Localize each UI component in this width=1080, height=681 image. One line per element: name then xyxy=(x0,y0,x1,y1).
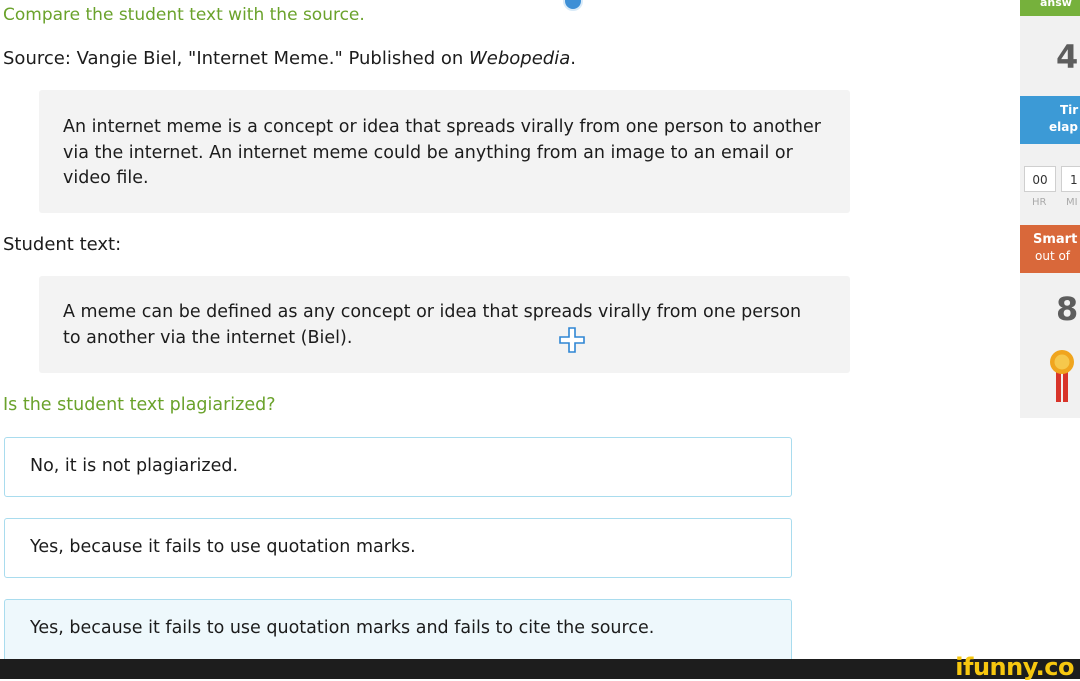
footer-bar xyxy=(0,659,1080,679)
source-publication: Webopedia xyxy=(469,48,571,69)
choice-label: Yes, because it fails to use quotation m… xyxy=(30,618,655,638)
timer-minutes-label: MI xyxy=(1066,197,1078,208)
source-citation: Source: Vangie Biel, "Internet Meme." Pu… xyxy=(3,48,576,69)
time-elapsed-header: Tir elap xyxy=(1020,96,1080,144)
choice-label: No, it is not plagiarized. xyxy=(30,456,239,476)
smartscore-title: Smart xyxy=(1033,232,1078,247)
smartscore-value: 8 xyxy=(1056,290,1079,328)
time-title: Tir xyxy=(1060,103,1079,117)
ifunny-watermark: ifunny.co xyxy=(955,653,1074,681)
choice-label: Yes, because it fails to use quotation m… xyxy=(30,537,416,557)
choice-no-quotation-marks[interactable]: Yes, because it fails to use quotation m… xyxy=(4,518,792,578)
smartscore-subtitle: out of xyxy=(1035,249,1071,263)
answered-count: 4 xyxy=(1056,38,1079,76)
move-cursor-icon xyxy=(559,327,585,353)
choice-not-plagiarized[interactable]: No, it is not plagiarized. xyxy=(4,437,792,497)
student-text-box: A meme can be defined as any concept or … xyxy=(39,276,850,373)
choice-no-quotes-no-citation[interactable]: Yes, because it fails to use quotation m… xyxy=(4,599,792,663)
answered-tab: answ xyxy=(1020,0,1080,16)
student-text: A meme can be defined as any concept or … xyxy=(63,302,802,348)
student-text-label: Student text: xyxy=(3,234,122,255)
award-ribbon-icon xyxy=(1050,350,1074,402)
source-citation-text: Source: Vangie Biel, "Internet Meme." Pu… xyxy=(3,48,469,69)
progress-dot-icon xyxy=(563,0,583,11)
timer-minutes: 1 xyxy=(1061,166,1080,192)
timer-hours-label: HR xyxy=(1032,197,1047,208)
question-prompt: Is the student text plagiarized? xyxy=(3,395,276,415)
smartscore-header: Smart out of xyxy=(1020,225,1080,273)
instruction-heading: Compare the student text with the source… xyxy=(3,5,365,25)
time-subtitle: elap xyxy=(1049,120,1078,134)
timer-hours: 00 xyxy=(1024,166,1056,192)
source-text: An internet meme is a concept or idea th… xyxy=(63,117,821,188)
source-citation-suffix: . xyxy=(570,48,577,69)
source-text-box: An internet meme is a concept or idea th… xyxy=(39,90,850,213)
